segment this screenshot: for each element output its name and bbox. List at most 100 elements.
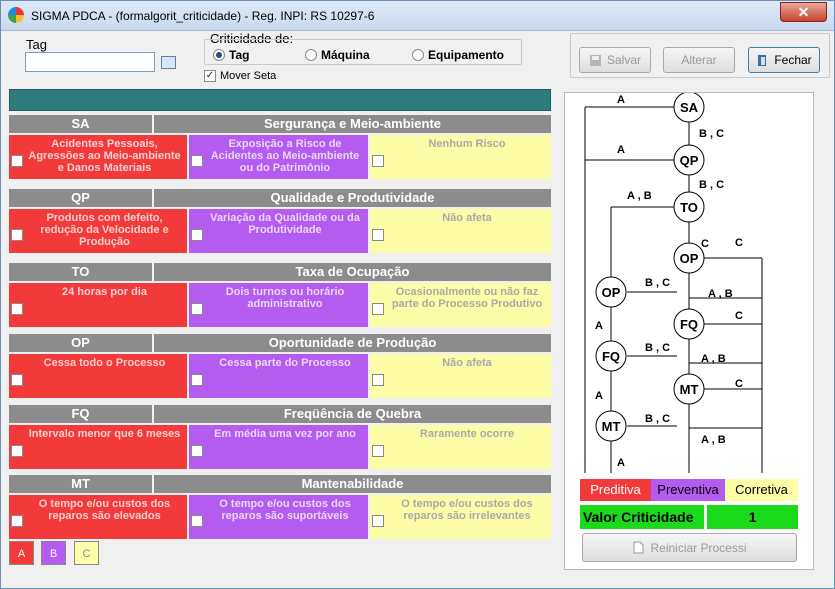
option-label: Produtos com defeito, redução da Velocid… xyxy=(40,212,169,248)
reiniciar-button[interactable]: Reiniciar Processi xyxy=(582,533,797,562)
section-code: MT xyxy=(9,475,152,493)
criteria-option-c[interactable]: O tempo e/ou custos dos reparos são irre… xyxy=(370,495,551,539)
option-checkbox[interactable] xyxy=(11,303,23,315)
tag-input[interactable] xyxy=(25,52,155,72)
flow-node-label: MT xyxy=(602,419,621,434)
option-checkbox[interactable] xyxy=(191,374,203,386)
criteria-option-a[interactable]: Cessa todo o Processo xyxy=(9,354,187,398)
option-checkbox[interactable] xyxy=(372,445,384,457)
section-title: Mantenabilidade xyxy=(154,475,551,493)
legend-b: B xyxy=(41,541,66,565)
radio-maquina[interactable]: Máquina xyxy=(305,48,370,62)
title-bar: SIGMA PDCA - (formalgorit_criticidade) -… xyxy=(1,1,834,31)
criteria-option-a[interactable]: O tempo e/ou custos dos reparos são elev… xyxy=(9,495,187,539)
flow-edge-label: A xyxy=(595,320,603,332)
radio-tag[interactable]: Tag xyxy=(213,48,249,62)
option-checkbox[interactable] xyxy=(372,374,384,386)
fechar-label: Fechar xyxy=(774,53,812,67)
criteria-option-b[interactable]: Cessa parte do Processo xyxy=(189,354,368,398)
option-label: Não afeta xyxy=(442,212,492,224)
option-checkbox[interactable] xyxy=(191,515,203,527)
calendar-icon[interactable] xyxy=(161,56,176,69)
option-label: Ocasionalmente ou não faz parte do Proce… xyxy=(391,286,543,310)
criteria-option-b[interactable]: O tempo e/ou custos dos reparos são supo… xyxy=(189,495,368,539)
option-label: Nenhum Risco xyxy=(428,138,506,150)
criteria-option-a[interactable]: Intervalo menor que 6 meses xyxy=(9,425,187,469)
option-label: Cessa todo o Processo xyxy=(43,357,166,369)
option-label: Dois turnos ou horário administrativo xyxy=(225,286,345,310)
criteria-option-b[interactable]: Exposição a Risco de Acidentes ao Meio-a… xyxy=(189,135,368,179)
option-checkbox[interactable] xyxy=(11,445,23,457)
flow-node-label: MT xyxy=(680,382,699,397)
option-checkbox[interactable] xyxy=(372,303,384,315)
criteria-option-a[interactable]: Acidentes Pessoais, Agressões ao Meio-am… xyxy=(9,135,187,179)
save-icon xyxy=(589,54,601,66)
criteria-option-b[interactable]: Variação da Qualidade ou da Produtividad… xyxy=(189,209,368,253)
option-label: Não afeta xyxy=(442,357,492,369)
option-label: Exposição a Risco de Acidentes ao Meio-a… xyxy=(210,138,360,174)
criteria-option-c[interactable]: Raramente ocorre xyxy=(370,425,551,469)
section-title: Qualidade e Produtividade xyxy=(154,189,551,207)
flow-node-label: FQ xyxy=(602,349,620,364)
flow-node-label: SA xyxy=(680,100,699,115)
flow-edge-label: A xyxy=(617,144,625,156)
preditiva-label: Preditiva xyxy=(580,479,651,501)
radio-equipamento[interactable]: Equipamento xyxy=(412,48,504,62)
mover-seta-checkbox[interactable]: ✓ Mover Seta xyxy=(204,70,276,82)
fechar-button[interactable]: Fechar xyxy=(748,47,820,73)
criteria-option-a[interactable]: Produtos com defeito, redução da Velocid… xyxy=(9,209,187,253)
window-title: SIGMA PDCA - (formalgorit_criticidade) -… xyxy=(31,9,375,23)
main-window: SIGMA PDCA - (formalgorit_criticidade) -… xyxy=(0,0,835,589)
flow-edge-label: C xyxy=(735,378,743,390)
option-checkbox[interactable] xyxy=(11,515,23,527)
flow-edge-label: A , B xyxy=(708,288,733,300)
alterar-button[interactable]: Alterar xyxy=(663,47,735,73)
criteria-option-b[interactable]: Dois turnos ou horário administrativo xyxy=(189,283,368,327)
option-checkbox[interactable] xyxy=(11,374,23,386)
flow-edge-label: B , C xyxy=(699,179,724,191)
app-icon xyxy=(8,7,24,23)
reiniciar-label: Reiniciar Processi xyxy=(650,540,747,555)
option-checkbox[interactable] xyxy=(191,303,203,315)
radio-maquina-label: Máquina xyxy=(321,48,370,62)
option-checkbox[interactable] xyxy=(191,155,203,167)
section-title: Taxa de Ocupação xyxy=(154,263,551,281)
criteria-option-c[interactable]: Não afeta xyxy=(370,209,551,253)
section-code: SA xyxy=(9,115,152,133)
option-checkbox[interactable] xyxy=(372,155,384,167)
option-label: Acidentes Pessoais, Agressões ao Meio-am… xyxy=(28,138,181,174)
corretiva-label: Corretiva xyxy=(725,479,798,501)
salvar-button[interactable]: Salvar xyxy=(579,47,651,73)
flow-node-label: OP xyxy=(680,251,699,266)
salvar-label: Salvar xyxy=(606,53,641,67)
legend-a: A xyxy=(9,541,34,565)
flow-edge-label: C xyxy=(735,237,743,249)
section-code: FQ xyxy=(9,405,152,423)
valor-criticidade-label: Valor Criticidade xyxy=(580,505,704,529)
option-checkbox[interactable] xyxy=(11,155,23,167)
option-label: 24 horas por dia xyxy=(62,286,147,298)
option-checkbox[interactable] xyxy=(372,229,384,241)
section-code: QP xyxy=(9,189,152,207)
option-checkbox[interactable] xyxy=(191,445,203,457)
flow-edge-label: A , B xyxy=(701,434,726,446)
section-code: TO xyxy=(9,263,152,281)
criteria-option-b[interactable]: Em média uma vez por ano xyxy=(189,425,368,469)
flow-node-label: QP xyxy=(680,153,699,168)
section-title: Sergurança e Meio-ambiente xyxy=(154,115,551,133)
option-checkbox[interactable] xyxy=(11,229,23,241)
criteria-option-c[interactable]: Ocasionalmente ou não faz parte do Proce… xyxy=(370,283,551,327)
option-checkbox[interactable] xyxy=(191,229,203,241)
criteria-option-a[interactable]: 24 horas por dia xyxy=(9,283,187,327)
option-checkbox[interactable] xyxy=(372,515,384,527)
radio-maquina-indicator xyxy=(305,49,317,61)
preventiva-label: Preventiva xyxy=(651,479,725,501)
close-button[interactable]: ✕ xyxy=(780,2,827,22)
flow-edge-label: A xyxy=(617,94,625,106)
flow-edge-label: C xyxy=(701,238,709,250)
criteria-option-c[interactable]: Não afeta xyxy=(370,354,551,398)
criteria-option-c[interactable]: Nenhum Risco xyxy=(370,135,551,179)
flow-node-label: FQ xyxy=(680,317,698,332)
flow-edge-label: B , C xyxy=(699,128,724,140)
flow-edge-label: A , B xyxy=(701,353,726,365)
